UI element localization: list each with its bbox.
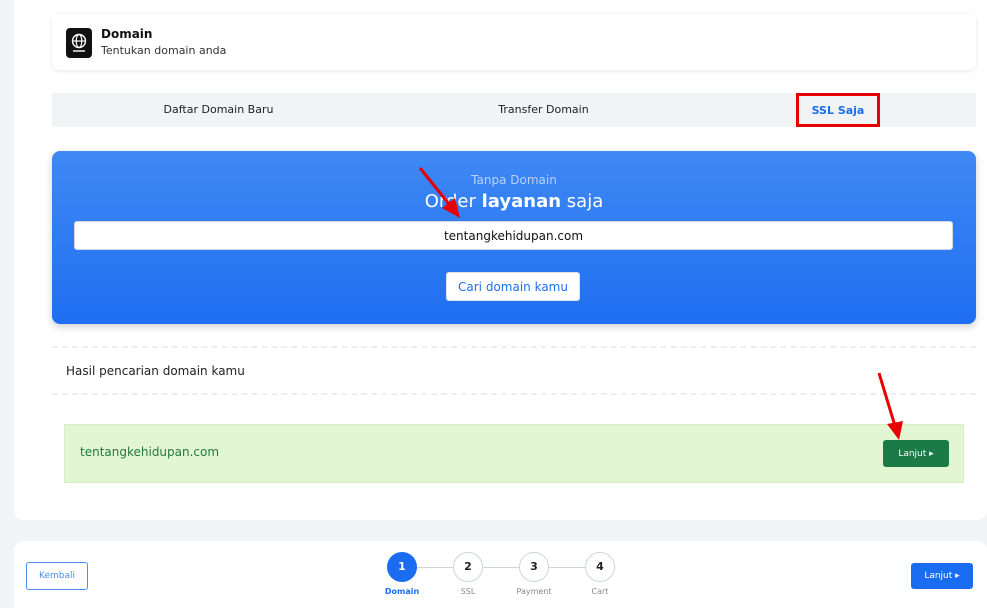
back-button[interactable]: Kembali: [26, 562, 88, 590]
step-label: Cart: [591, 587, 609, 596]
checkout-stepper: 1 Domain 2 SSL 3 Payment 4 Cart: [384, 552, 624, 608]
step-number: 2: [453, 552, 483, 582]
checkout-footer: Kembali 1 Domain 2 SSL 3 Payment 4 Cart …: [14, 541, 987, 608]
step-number: 1: [387, 552, 417, 582]
step-label: Payment: [516, 587, 552, 596]
result-domain-name: tentangkehidupan.com: [80, 445, 220, 459]
caret-right-icon: ▸: [955, 571, 960, 581]
result-continue-label: Lanjut: [898, 448, 927, 459]
caret-right-icon: ▸: [929, 448, 934, 459]
hero-title-post: saja: [566, 191, 604, 212]
step-number: 3: [519, 552, 549, 582]
hero-title-bold: layanan: [481, 191, 562, 212]
page-subtitle: Tentukan domain anda: [101, 44, 227, 57]
step-cart[interactable]: 4 Cart: [570, 552, 630, 596]
step-domain[interactable]: 1 Domain: [372, 552, 432, 596]
step-ssl[interactable]: 2 SSL: [438, 552, 498, 596]
globe-icon: [66, 28, 92, 58]
domain-tabs: Daftar Domain Baru Transfer Domain SSL S…: [52, 93, 976, 127]
step-label: Domain: [384, 587, 420, 596]
results-heading: Hasil pencarian domain kamu: [66, 364, 245, 378]
search-domain-button[interactable]: Cari domain kamu: [446, 272, 580, 301]
search-hero: Tanpa Domain Order layanan saja Cari dom…: [52, 151, 976, 324]
hero-title: Order layanan saja: [52, 191, 976, 212]
tab-daftar-domain-baru[interactable]: Daftar Domain Baru: [52, 93, 385, 127]
domain-header: Domain Tentukan domain anda: [52, 14, 976, 70]
page-title: Domain: [101, 27, 153, 41]
step-number: 4: [585, 552, 615, 582]
hero-title-pre: Order: [424, 191, 476, 212]
hero-kicker: Tanpa Domain: [471, 173, 557, 187]
domain-result-row: tentangkehidupan.com Lanjut ▸: [64, 424, 964, 483]
next-label: Lanjut: [924, 571, 953, 581]
step-payment[interactable]: 3 Payment: [504, 552, 564, 596]
step-label: SSL: [460, 587, 476, 596]
domain-search-input[interactable]: [74, 221, 953, 250]
results-heading-row: Hasil pencarian domain kamu: [52, 346, 976, 395]
domain-card: Domain Tentukan domain anda Daftar Domai…: [14, 0, 987, 520]
next-button[interactable]: Lanjut ▸: [911, 563, 973, 589]
tab-ssl-saja[interactable]: SSL Saja: [796, 93, 880, 127]
tab-transfer-domain[interactable]: Transfer Domain: [385, 93, 702, 127]
result-continue-button[interactable]: Lanjut ▸: [883, 440, 949, 467]
